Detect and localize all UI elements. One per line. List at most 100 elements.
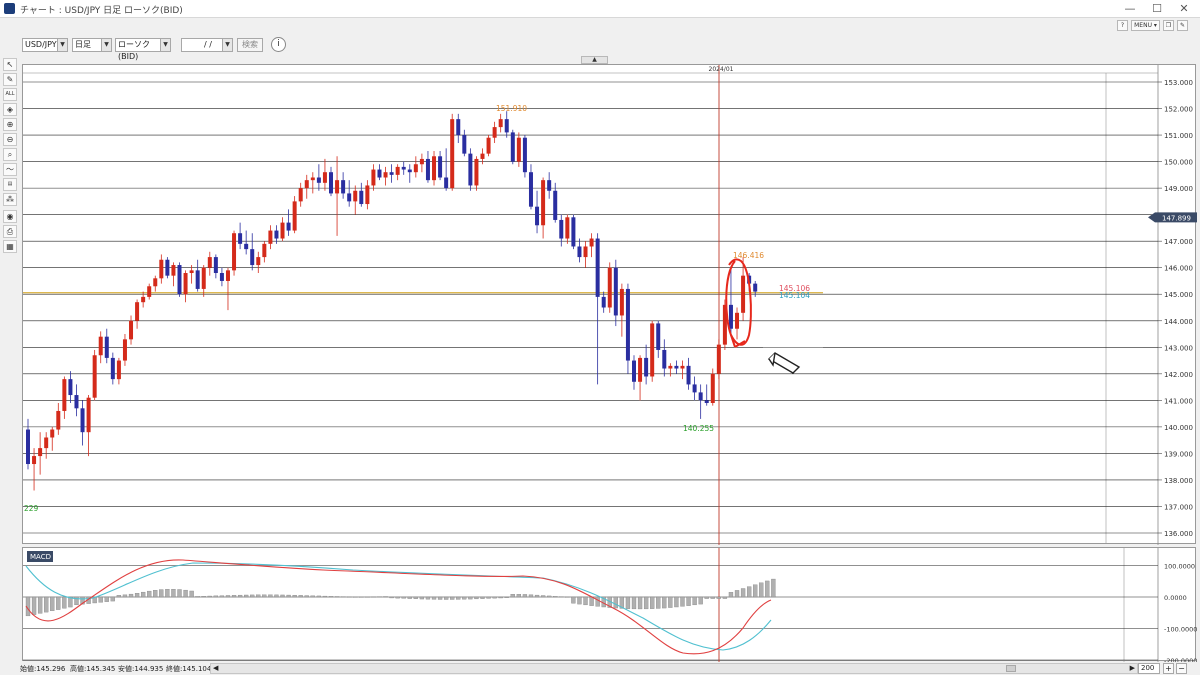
candle-body bbox=[86, 397, 91, 433]
ask-price-label: 145.104 bbox=[779, 291, 810, 300]
pencil-icon[interactable]: ✎ bbox=[3, 73, 17, 86]
chart-type-select[interactable]: ローソク(BID) ▼ bbox=[115, 38, 171, 61]
candle-body bbox=[559, 219, 564, 239]
macd-panel[interactable]: 100.0000 0.0000 -100.0000 -200.0000 MACD bbox=[22, 547, 1197, 665]
macd-histogram-bar bbox=[159, 589, 164, 598]
price-chart-panel[interactable]: 153.000152.000151.000150.000149.000148.0… bbox=[22, 64, 1198, 545]
candle-body bbox=[32, 456, 37, 465]
macd-histogram-bar bbox=[450, 596, 455, 600]
chart-line-icon[interactable]: 〜 bbox=[3, 163, 17, 176]
collapse-toolbar-button[interactable]: ▲ bbox=[581, 56, 608, 64]
y-tick-label: 149.000 bbox=[1164, 185, 1193, 193]
cursor-icon[interactable]: ↖ bbox=[3, 58, 17, 71]
close-button[interactable]: ✕ bbox=[1170, 1, 1198, 17]
candle-body bbox=[353, 190, 358, 202]
candle-body bbox=[122, 339, 127, 361]
candle-body bbox=[298, 188, 303, 202]
search-button[interactable]: 検索 bbox=[237, 38, 263, 52]
detach-button[interactable]: ❐ bbox=[1163, 20, 1174, 31]
macd-histogram-bar bbox=[595, 596, 600, 607]
zoom-in-button[interactable]: + bbox=[1163, 663, 1174, 674]
macd-histogram-bar bbox=[365, 596, 370, 598]
candle-body bbox=[250, 249, 255, 266]
macd-histogram-bar bbox=[353, 596, 358, 598]
compare-icon[interactable]: ⁂ bbox=[3, 193, 17, 206]
candle-body bbox=[201, 267, 206, 289]
all-icon[interactable]: ALL bbox=[3, 88, 17, 101]
macd-histogram-bar bbox=[498, 596, 503, 599]
macd-histogram-bar bbox=[637, 596, 643, 610]
macd-histogram-bar bbox=[286, 594, 291, 598]
macd-histogram-bar bbox=[140, 591, 146, 598]
macd-histogram-bar bbox=[316, 595, 322, 598]
zoom-out-button[interactable]: − bbox=[1176, 663, 1187, 674]
macd-histogram-bar bbox=[213, 595, 219, 598]
candle-body bbox=[213, 257, 218, 274]
y-tick-label: 145.000 bbox=[1164, 291, 1193, 299]
macd-histogram-bar bbox=[547, 595, 552, 598]
y-tick-label: 144.000 bbox=[1164, 318, 1193, 326]
macd-histogram-bar bbox=[183, 589, 188, 598]
candle-body bbox=[38, 448, 43, 457]
candle-body bbox=[110, 357, 115, 380]
minimize-button[interactable]: — bbox=[1116, 1, 1144, 17]
candle-body bbox=[56, 410, 61, 430]
zoom-in-icon[interactable]: ⊕ bbox=[3, 118, 17, 131]
zoom-out-icon[interactable]: ⊖ bbox=[3, 133, 17, 146]
date-input[interactable]: / / ▼ bbox=[181, 38, 233, 52]
macd-histogram-bar bbox=[704, 596, 709, 599]
search-icon[interactable]: ⌕ bbox=[3, 148, 17, 161]
scroll-right-icon[interactable]: ▶ bbox=[1130, 664, 1135, 672]
scrollbar-thumb[interactable] bbox=[1006, 665, 1016, 672]
ticks-icon[interactable]: ▤ bbox=[3, 178, 17, 191]
window-button-row: ? MENU ▾ ❐ ✎ bbox=[0, 18, 1200, 32]
candle-body bbox=[383, 172, 388, 178]
candle-body bbox=[189, 270, 194, 274]
currency-pair-select[interactable]: USD/JPY ▼ bbox=[22, 38, 68, 52]
candle-body bbox=[583, 246, 588, 258]
y-tick-label: 138.000 bbox=[1164, 477, 1193, 485]
y-tick-label: 139.000 bbox=[1164, 450, 1193, 458]
chart-toolbar: USD/JPY ▼ 日足 ▼ ローソク(BID) ▼ / / ▼ 検索 i bbox=[0, 32, 1200, 61]
print-icon[interactable]: ⎙ bbox=[3, 225, 17, 238]
period-select[interactable]: 日足 ▼ bbox=[72, 38, 112, 52]
candle-body bbox=[456, 119, 461, 136]
candle-body bbox=[704, 400, 709, 404]
maximize-button[interactable]: ☐ bbox=[1143, 1, 1171, 17]
eye-icon[interactable]: ◉ bbox=[3, 210, 17, 223]
macd-histogram-bar bbox=[147, 590, 152, 598]
help-button[interactable]: ? bbox=[1117, 20, 1128, 31]
table-icon[interactable]: ▦ bbox=[3, 240, 17, 253]
candle-body bbox=[480, 153, 485, 159]
macd-histogram-bar bbox=[377, 596, 382, 598]
candle-body bbox=[607, 267, 612, 308]
y-tick-label: 150.000 bbox=[1164, 159, 1193, 167]
menu-button[interactable]: MENU ▾ bbox=[1131, 20, 1160, 31]
horizontal-scrollbar[interactable]: ◀ ▶ bbox=[210, 663, 1138, 674]
edit-button[interactable]: ✎ bbox=[1177, 20, 1188, 31]
candle-body bbox=[286, 222, 291, 231]
candle-body bbox=[322, 172, 327, 183]
info-button[interactable]: i bbox=[271, 37, 286, 52]
candle-body bbox=[262, 243, 267, 258]
eraser-icon[interactable]: ◈ bbox=[3, 103, 17, 116]
macd-histogram-bar bbox=[625, 596, 631, 609]
candle-body bbox=[492, 127, 497, 138]
scroll-left-icon[interactable]: ◀ bbox=[213, 664, 218, 672]
macd-histogram-bar bbox=[631, 596, 637, 610]
candle-body bbox=[238, 233, 243, 244]
macd-histogram-bar bbox=[668, 596, 673, 608]
candle-body bbox=[565, 217, 570, 239]
candle-body bbox=[662, 349, 667, 369]
candle-body bbox=[329, 172, 333, 194]
candle-body bbox=[450, 119, 455, 189]
macd-histogram-bar bbox=[740, 588, 746, 598]
macd-histogram-bar bbox=[486, 596, 491, 599]
candle-body bbox=[486, 137, 491, 154]
candle-body bbox=[680, 365, 685, 369]
zoom-select[interactable]: 200 bbox=[1138, 663, 1160, 674]
candle-body bbox=[377, 169, 382, 178]
macd-histogram-bar bbox=[401, 596, 406, 599]
candle-body bbox=[625, 288, 630, 361]
candle-body bbox=[535, 206, 540, 226]
